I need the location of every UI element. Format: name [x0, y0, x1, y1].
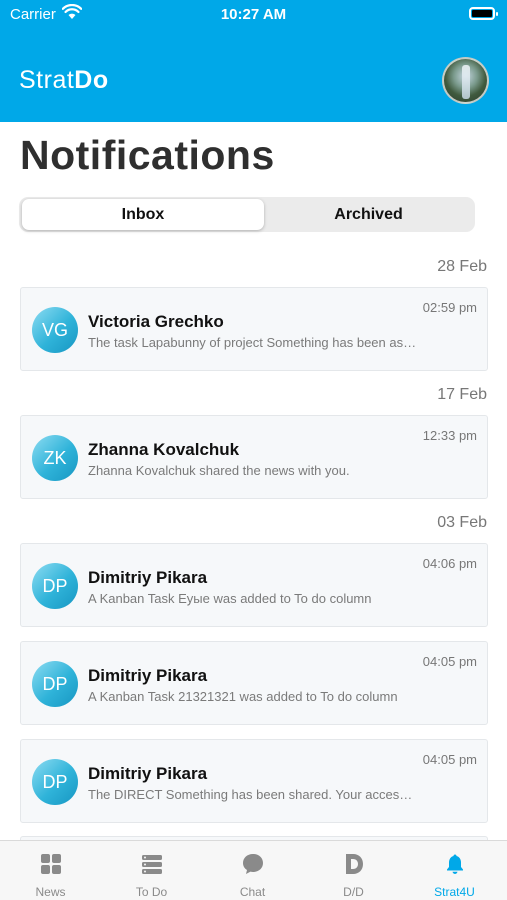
- date-header: 28 Feb: [437, 258, 487, 275]
- chat-bubble-icon: [243, 854, 263, 874]
- list-icon: [142, 855, 162, 874]
- date-header: 17 Feb: [437, 386, 487, 403]
- tab-label: Strat4U: [434, 885, 475, 899]
- notification-message: Zhanna Kovalchuk shared the news with yo…: [88, 463, 350, 478]
- sender-avatar: DP: [32, 563, 78, 609]
- notification-message: The DIRECT Something has been shared. Yo…: [88, 787, 418, 802]
- notification-card[interactable]: ZK Zhanna Kovalchuk Zhanna Kovalchuk sha…: [20, 415, 488, 499]
- tab-strat4u[interactable]: Strat4U: [404, 841, 505, 900]
- sender-name: Victoria Grechko: [88, 312, 224, 331]
- notification-time: 04:05 pm: [422, 654, 477, 669]
- status-time: 10:27 AM: [220, 6, 287, 23]
- battery-icon: [469, 7, 498, 20]
- inbox-archived-segmented-control: Inbox Archived: [19, 197, 475, 232]
- sender-name: Dimitriy Pikara: [88, 666, 208, 685]
- app-logo: StratDo: [19, 66, 109, 95]
- sender-name: Dimitriy Pikara: [88, 568, 208, 587]
- notifications-screen: Carrier 10:27 AM StratDo Notifications I…: [0, 0, 507, 900]
- tab-label: News: [35, 885, 66, 899]
- sender-avatar: ZK: [32, 435, 78, 481]
- tab-todo[interactable]: To Do: [101, 841, 202, 900]
- notification-message: A Kanban Task 21321321 was added to To d…: [88, 689, 398, 704]
- date-header: 03 Feb: [437, 514, 487, 531]
- notification-card[interactable]: VG Victoria Grechko The task Lapabunny o…: [20, 287, 488, 371]
- notification-time: 02:59 pm: [422, 300, 477, 315]
- bell-icon: [447, 854, 463, 874]
- segment-archived[interactable]: Archived: [264, 199, 473, 230]
- bottom-tab-bar: News To Do Chat D/D Strat4U: [0, 840, 507, 900]
- page-title: Notifications: [20, 132, 275, 178]
- tab-news[interactable]: News: [0, 841, 101, 900]
- tab-label: D/D: [343, 885, 364, 899]
- tab-chat[interactable]: Chat: [202, 841, 303, 900]
- sender-avatar: VG: [32, 307, 78, 353]
- segment-inbox[interactable]: Inbox: [22, 199, 264, 230]
- notification-card[interactable]: DP Dimitriy Pikara A Kanban Task Еуые wa…: [20, 543, 488, 627]
- sender-avatar: DP: [32, 759, 78, 805]
- app-header: Carrier 10:27 AM StratDo: [0, 0, 507, 122]
- grid-icon: [41, 854, 61, 874]
- tab-dd[interactable]: D/D: [303, 841, 404, 900]
- sender-name: Zhanna Kovalchuk: [88, 440, 240, 459]
- logo-part-strat: Strat: [19, 66, 75, 94]
- profile-avatar[interactable]: [442, 57, 489, 104]
- tab-label: Chat: [239, 885, 266, 899]
- notification-time: 04:05 pm: [422, 752, 477, 767]
- sender-name: Dimitriy Pikara: [88, 764, 208, 783]
- notification-message: A Kanban Task Еуые was added to To do co…: [88, 591, 372, 606]
- letter-d-icon: [346, 854, 363, 874]
- notification-card[interactable]: DP Dimitriy Pikara The DIRECT Something …: [20, 739, 488, 823]
- notification-message: The task Lapabunny of project Something …: [88, 335, 418, 350]
- status-bar: Carrier 10:27 AM: [0, 0, 507, 30]
- tab-label: To Do: [135, 885, 168, 899]
- logo-part-do: Do: [74, 66, 109, 94]
- notification-time: 04:06 pm: [422, 556, 477, 571]
- sender-avatar: DP: [32, 661, 78, 707]
- notification-time: 12:33 pm: [422, 428, 477, 443]
- notification-card[interactable]: DP Dimitriy Pikara A Kanban Task 2132132…: [20, 641, 488, 725]
